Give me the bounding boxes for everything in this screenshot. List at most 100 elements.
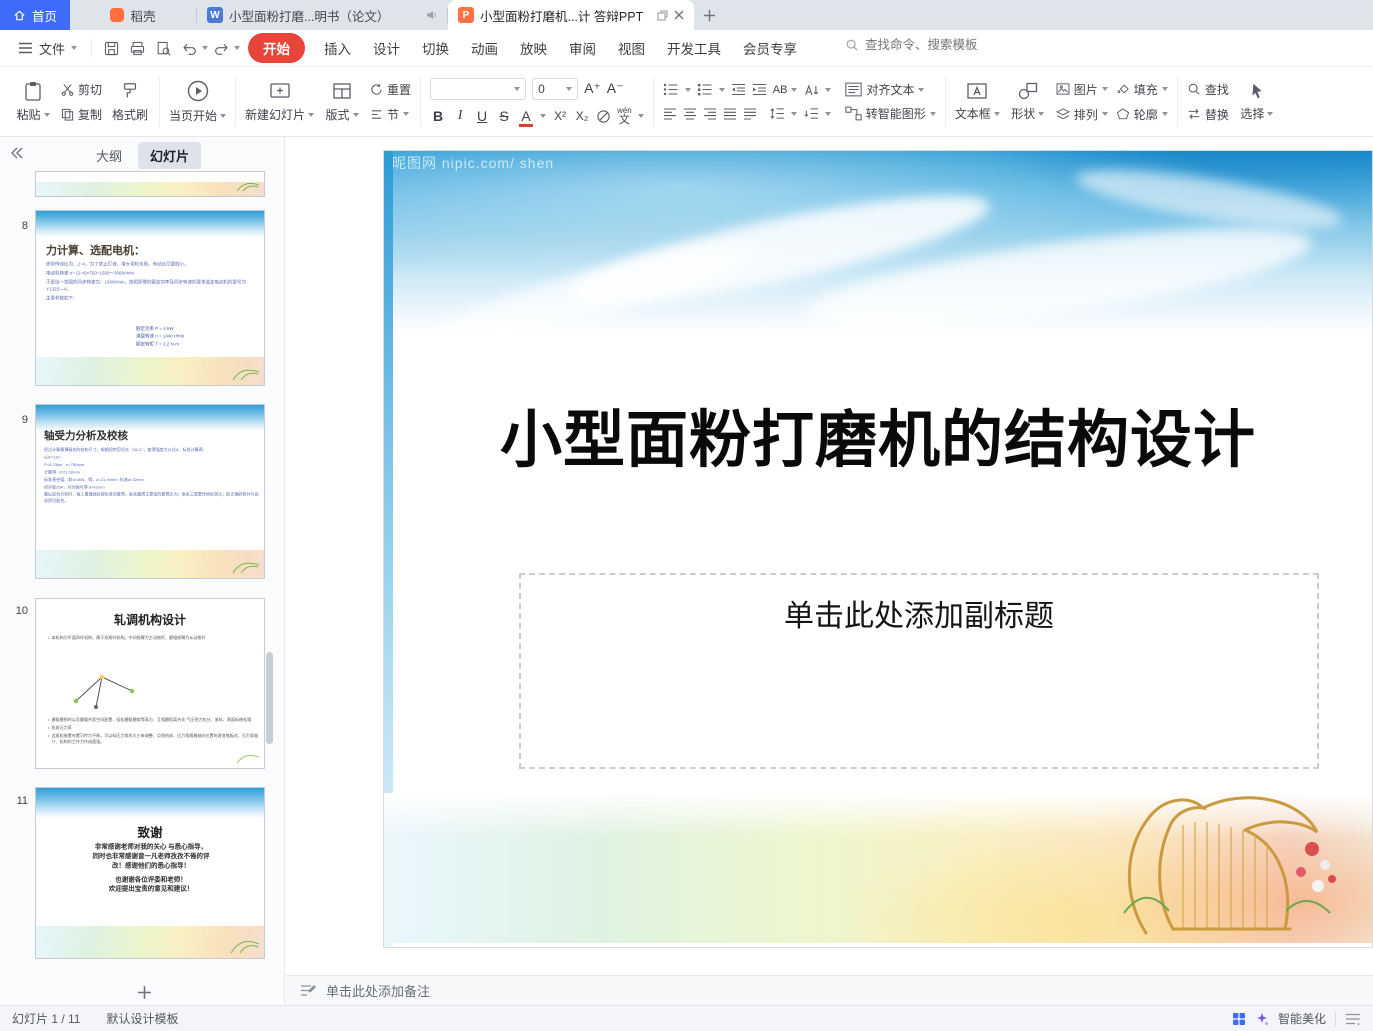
menu-item-animation[interactable]: 动画 (471, 33, 498, 63)
decrease-indent-button[interactable] (731, 83, 746, 96)
new-slide-button[interactable]: 新建幻灯片 (245, 80, 315, 123)
redo-caret-icon[interactable] (234, 46, 241, 50)
numbered-list-caret-icon[interactable] (718, 87, 725, 92)
textbox-button[interactable]: 文本框 (955, 81, 1000, 122)
menu-item-insert[interactable]: 插入 (324, 33, 351, 63)
redo-button[interactable] (208, 36, 234, 60)
print-preview-button[interactable] (150, 36, 176, 60)
document-tab-presentation-active[interactable]: P 小型面粉打磨机...计 答辩PPT (448, 0, 694, 30)
grow-font-button[interactable]: A⁺ (584, 80, 601, 97)
menu-item-transition[interactable]: 切换 (422, 33, 449, 63)
collapse-panel-button[interactable] (10, 147, 24, 159)
bold-button[interactable]: B (430, 108, 446, 124)
beautify-label[interactable]: 智能美化 (1278, 1010, 1326, 1027)
cut-button[interactable]: 剪切 (61, 81, 102, 98)
increase-indent-button[interactable] (752, 83, 767, 96)
underline-button[interactable]: U (474, 108, 490, 124)
layout-button[interactable]: 版式 (322, 80, 362, 123)
clear-format-icon[interactable] (596, 109, 611, 124)
search-input[interactable] (865, 38, 1025, 52)
pinyin-guide-button[interactable]: wén 文 (617, 106, 632, 126)
align-left-button[interactable] (663, 107, 677, 120)
italic-button[interactable]: I (452, 108, 468, 124)
align-center-button[interactable] (683, 107, 697, 120)
outline-button[interactable]: 轮廓 (1116, 106, 1168, 123)
sidebar-scrollbar[interactable] (266, 652, 273, 744)
home-tab[interactable]: 首页 (0, 0, 70, 30)
numbered-list-button[interactable] (697, 83, 713, 96)
menu-item-devtools[interactable]: 开发工具 (667, 33, 721, 63)
font-color-button[interactable]: A (518, 108, 534, 127)
paragraph-spacing-button[interactable] (803, 107, 819, 120)
tab-slides[interactable]: 幻灯片 (138, 142, 202, 169)
add-slide-button[interactable] (132, 980, 156, 1004)
menu-item-review[interactable]: 审阅 (569, 33, 596, 63)
shrink-font-button[interactable]: A⁻ (607, 80, 624, 97)
fill-button[interactable]: 填充 (1116, 81, 1168, 98)
document-tab-writer[interactable]: W 小型面粉打磨...明书（论文） (197, 0, 447, 30)
docer-tab[interactable]: 稻壳 (70, 0, 196, 30)
paragraph-spacing-caret-icon[interactable] (824, 111, 831, 116)
arrange-button[interactable]: 排列 (1055, 106, 1108, 123)
superscript-button[interactable]: X² (552, 109, 568, 123)
bullet-list-caret-icon[interactable] (684, 87, 691, 92)
close-icon[interactable] (674, 10, 684, 20)
view-options-icon[interactable] (1345, 1013, 1361, 1025)
reset-button[interactable]: 重置 (370, 81, 411, 98)
slide-panel: 大纲 幻灯片 8 力计算、选配电机： 皮带传动比为：2~4，为了防止打滑，增大带… (0, 137, 285, 1005)
slide-8-thumbnail[interactable]: 力计算、选配电机： 皮带传动比为：2~4，为了防止打滑，增大带轮包角，传动比尽量… (35, 210, 265, 386)
print-button[interactable] (124, 36, 150, 60)
line-spacing-button[interactable] (769, 107, 785, 120)
subscript-button[interactable]: X₂ (574, 109, 590, 123)
sort-caret-icon[interactable] (825, 87, 832, 92)
command-search[interactable] (845, 38, 1025, 52)
popout-window-icon[interactable] (657, 10, 668, 21)
slide-9-thumbnail[interactable]: 轴受力分析及校核 经过计算最薄弱处的结构尺寸，根据扭转剪切式（15-2），查得强… (35, 404, 265, 579)
menu-item-view[interactable]: 视图 (618, 33, 645, 63)
align-text-button[interactable]: 对齐文本 (845, 81, 925, 98)
format-painter-button[interactable]: 格式刷 (110, 80, 150, 123)
new-tab-button[interactable] (694, 0, 724, 30)
font-color-caret-icon[interactable] (540, 114, 547, 118)
copy-button[interactable]: 复制 (61, 106, 102, 123)
shapes-button[interactable]: 形状 (1008, 81, 1048, 122)
menu-item-slideshow[interactable]: 放映 (520, 33, 547, 63)
tab-outline[interactable]: 大纲 (88, 142, 130, 169)
distribute-button[interactable] (743, 107, 757, 120)
font-size-combo[interactable]: 0 (532, 77, 579, 100)
slide-title-text[interactable]: 小型面粉打磨机的结构设计 (384, 389, 1372, 479)
text-direction-button[interactable]: AB (773, 84, 798, 96)
line-spacing-caret-icon[interactable] (790, 111, 797, 116)
beautify-grid-icon[interactable] (1232, 1012, 1246, 1026)
picture-button[interactable]: 图片 (1056, 81, 1108, 98)
start-from-page-button[interactable]: 当页开始 (169, 79, 227, 124)
to-smartart-button[interactable]: 转智能图形 (845, 105, 936, 122)
paste-button[interactable]: 粘贴 (13, 80, 53, 123)
section-button[interactable]: 节 (370, 106, 411, 123)
paste-icon (25, 82, 41, 101)
replace-button[interactable]: 替换 (1187, 106, 1229, 123)
sort-button[interactable] (803, 83, 819, 97)
slide-10-thumbnail[interactable]: 轧调机构设计 本机构为平面四杆机构，属于双摇杆机构。中间摇臂为主动摇杆，磨辊摇臂… (35, 598, 265, 769)
file-menu-button[interactable]: 文件 (10, 39, 85, 58)
menu-item-start[interactable]: 开始 (248, 33, 306, 63)
font-name-combo[interactable] (430, 77, 527, 100)
slide-11-title: 致谢 (137, 826, 163, 840)
slide-7-thumbnail-partial[interactable] (35, 171, 265, 197)
strikethrough-button[interactable]: S (496, 108, 512, 124)
bullet-list-button[interactable] (663, 83, 679, 96)
menu-item-member[interactable]: 会员专享 (743, 33, 797, 63)
template-name[interactable]: 默认设计模板 (106, 1010, 178, 1027)
undo-button[interactable] (176, 36, 202, 60)
find-button[interactable]: 查找 (1187, 81, 1229, 98)
menu-item-design[interactable]: 设计 (373, 33, 400, 63)
notes-bar[interactable]: 单击此处添加备注 (286, 975, 1373, 1005)
slide-9-body: 经过计算最薄弱处的结构尺寸，根据扭转剪切式（15-2），查得强度为公式A、标准计… (44, 447, 259, 503)
save-button[interactable] (98, 36, 124, 60)
current-slide[interactable]: 昵图网 nipic.com/ shen 小型面粉打磨机的结构设计 单击此处添加副… (383, 150, 1373, 948)
subtitle-placeholder-box[interactable]: 单击此处添加副标题 (519, 573, 1319, 769)
align-right-button[interactable] (703, 107, 717, 120)
justify-button[interactable] (723, 107, 737, 120)
slide-11-thumbnail[interactable]: 致谢 非常感谢老师对我的关心 与悉心指导， 同时也非常感谢曾一凡老师孜孜不倦的评… (35, 787, 265, 959)
select-button[interactable]: 选择 (1237, 81, 1277, 122)
